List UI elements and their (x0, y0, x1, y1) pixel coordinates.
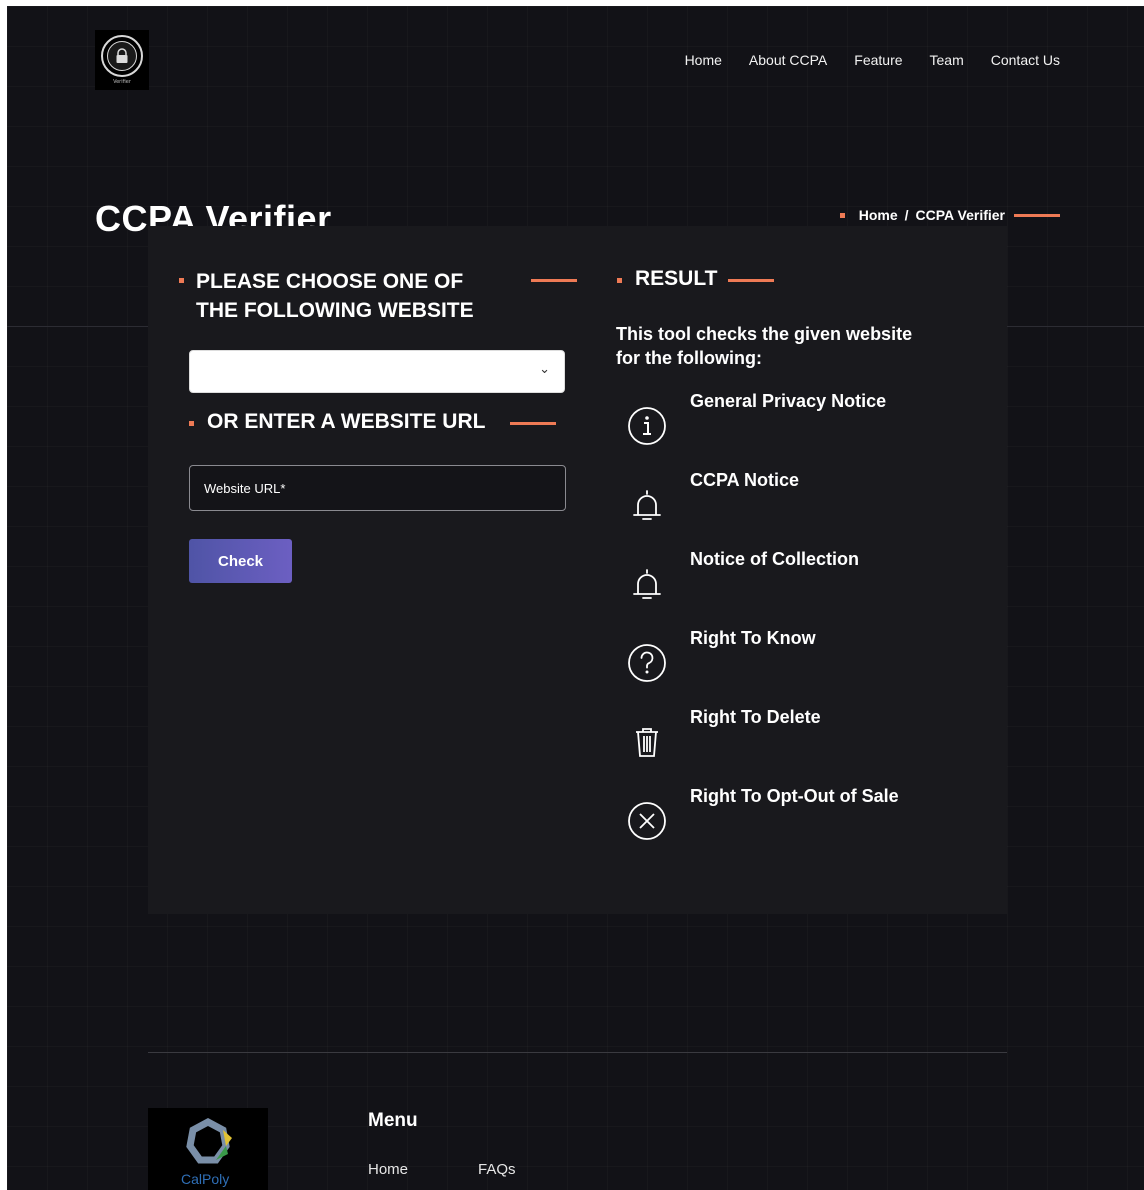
feature-label: Notice of Collection (690, 549, 860, 569)
breadcrumb-current: CCPA Verifier (915, 207, 1005, 223)
footer-menu: Home FAQs (368, 1161, 516, 1178)
feature-label: General Privacy Notice (690, 391, 887, 411)
enter-heading: OR ENTER A WEBSITE URL (207, 410, 486, 433)
feature-label: Right To Delete (690, 707, 821, 727)
result-heading: RESULT (635, 267, 718, 290)
breadcrumb-accent-line (1014, 213, 1060, 217)
site-logo[interactable]: Verifier (95, 30, 149, 90)
check-button[interactable]: Check (189, 539, 292, 583)
info-icon (628, 407, 666, 445)
result-heading-dot (617, 278, 622, 283)
page: Verifier Home About CCPA Feature Team Co… (7, 6, 1144, 1190)
breadcrumb-separator: / (904, 207, 909, 223)
feature-label: Right To Know (690, 628, 816, 648)
footer-divider (148, 1052, 1007, 1053)
result-description: This tool checks the given website for t… (616, 324, 913, 368)
choose-heading-dot (179, 278, 184, 283)
breadcrumb-home[interactable]: Home (859, 207, 898, 223)
website-select[interactable]: ⌄ (189, 350, 565, 393)
website-url-input[interactable] (189, 465, 566, 511)
nav-home[interactable]: Home (685, 52, 722, 68)
logo-badge-icon (101, 35, 143, 77)
footer-logo-text: CalPoly (181, 1171, 230, 1187)
footer-link-home[interactable]: Home (368, 1161, 408, 1178)
nav-about-ccpa[interactable]: About CCPA (749, 52, 827, 68)
nav-feature[interactable]: Feature (854, 52, 902, 68)
choose-heading: PLEASE CHOOSE ONE OF THE FOLLOWING WEBSI… (196, 270, 474, 322)
lock-icon (116, 48, 128, 63)
main-nav: Home About CCPA Feature Team Contact Us (685, 52, 1060, 68)
calpoly-logo-icon (186, 1118, 232, 1164)
choose-heading-line (531, 279, 577, 282)
enter-heading-line (510, 422, 556, 425)
footer-link-faqs[interactable]: FAQs (478, 1161, 516, 1178)
question-icon (628, 644, 666, 682)
footer-menu-heading: Menu (368, 1110, 418, 1131)
logo-caption: Verifier (113, 79, 131, 85)
trash-icon (636, 728, 658, 757)
nav-team[interactable]: Team (930, 52, 964, 68)
nav-contact-us[interactable]: Contact Us (991, 52, 1060, 68)
verifier-panel: PLEASE CHOOSE ONE OF THE FOLLOWING WEBSI… (148, 226, 1007, 914)
bell-icon (633, 490, 661, 520)
breadcrumb: Home / CCPA Verifier (839, 207, 1060, 223)
enter-heading-dot (189, 421, 194, 426)
bell-icon (633, 569, 661, 599)
feature-label: Right To Opt-Out of Sale (690, 786, 899, 806)
result-heading-line (728, 279, 774, 282)
chevron-down-icon: ⌄ (539, 362, 550, 377)
feature-label: CCPA Notice (690, 470, 800, 490)
footer-logo[interactable]: CalPoly (148, 1108, 268, 1190)
close-circle-icon (628, 802, 666, 840)
breadcrumb-dot (839, 212, 845, 218)
